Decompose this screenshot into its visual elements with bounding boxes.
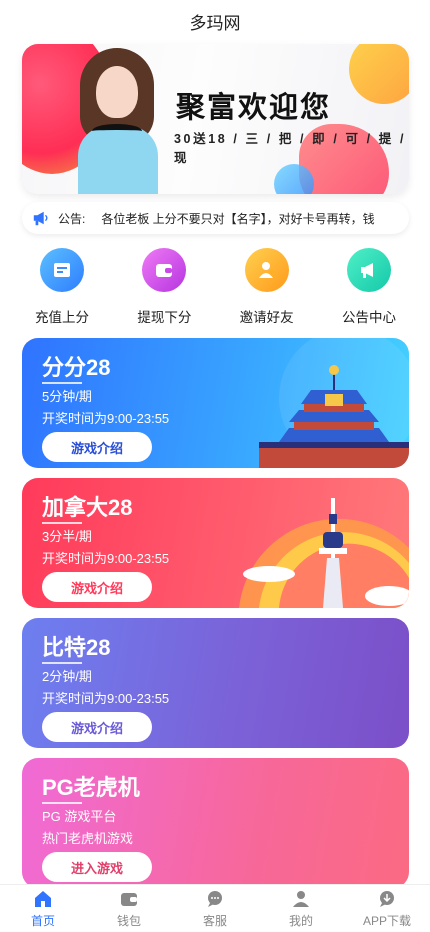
quick-action-announcement[interactable]: 公告中心 — [329, 248, 409, 328]
banner-title: 聚富欢迎您 — [176, 90, 332, 124]
enter-game-button[interactable]: 进入游戏 — [42, 852, 152, 882]
game-card-pg-slots[interactable]: PG老虎机 PG 游戏平台 热门老虎机游戏 进入游戏 — [22, 758, 409, 888]
download-icon — [380, 891, 394, 907]
game-intro-button[interactable]: 游戏介绍 — [42, 572, 152, 602]
game-card-canada28[interactable]: 加拿大28 3分半/期 开奖时间为9:00-23:55 游戏介绍 — [22, 478, 409, 608]
tab-label: APP下载 — [362, 914, 411, 928]
notice-bar[interactable]: 公告: 各位老板 上分不要只对【名字】，对好卡号再转，钱 — [22, 202, 409, 234]
tab-label: 首页 — [30, 914, 55, 928]
promo-banner[interactable]: 聚富欢迎您 30送18 / 三 / 把 / 即 / 可 / 提 / 现 — [22, 44, 409, 194]
megaphone-icon — [33, 211, 48, 226]
banner-subtitle: 30送18 / 三 / 把 / 即 / 可 / 提 / 现 — [174, 132, 407, 165]
game-period: 3分半/期 — [42, 529, 92, 544]
tab-app-download[interactable]: APP下载 — [344, 885, 430, 932]
quick-action-label: 公告中心 — [341, 310, 396, 325]
page-title: 多玛网 — [189, 13, 241, 33]
chat-icon — [208, 891, 222, 907]
quick-action-recharge[interactable]: 充值上分 — [22, 248, 102, 328]
game-card-bit28[interactable]: 比特28 2分钟/期 开奖时间为9:00-23:55 游戏介绍 — [22, 618, 409, 748]
game-period: 2分钟/期 — [42, 669, 92, 684]
game-platform: PG 游戏平台 — [42, 809, 117, 824]
game-name: 分分28 — [42, 355, 111, 380]
bottom-tab-bar: 首页 钱包 客服 我的 APP下载 — [0, 884, 430, 932]
tab-service[interactable]: 客服 — [172, 885, 258, 932]
tab-wallet[interactable]: 钱包 — [86, 885, 172, 932]
wallet-icon — [121, 893, 137, 906]
tab-label: 钱包 — [116, 914, 141, 928]
decor-shape — [349, 44, 409, 104]
quick-action-label: 邀请好友 — [239, 310, 294, 325]
cn-tower-illustration — [239, 498, 409, 608]
model-illustration — [62, 44, 172, 194]
game-hours: 开奖时间为9:00-23:55 — [42, 691, 170, 706]
tab-label: 我的 — [288, 914, 313, 928]
tab-home[interactable]: 首页 — [0, 885, 86, 932]
home-icon — [35, 891, 51, 907]
game-intro-button[interactable]: 游戏介绍 — [42, 432, 152, 462]
divider — [42, 662, 82, 664]
game-hours: 开奖时间为9:00-23:55 — [42, 551, 170, 566]
user-icon — [293, 891, 309, 907]
game-description: 热门老虎机游戏 — [42, 831, 134, 846]
quick-action-invite[interactable]: 邀请好友 — [227, 248, 307, 328]
game-card-fenfen28[interactable]: 分分28 5分钟/期 开奖时间为9:00-23:55 游戏介绍 — [22, 338, 409, 468]
quick-actions: 充值上分 提现下分 邀请好友 公告中心 — [22, 248, 409, 328]
game-hours: 开奖时间为9:00-23:55 — [42, 411, 170, 426]
game-intro-button[interactable]: 游戏介绍 — [42, 712, 152, 742]
megaphone-icon — [346, 248, 391, 292]
tab-label: 客服 — [202, 914, 227, 928]
tab-profile[interactable]: 我的 — [258, 885, 344, 932]
game-name: 加拿大28 — [42, 495, 133, 520]
divider — [42, 802, 82, 804]
invite-friend-icon — [244, 248, 289, 292]
recharge-icon — [40, 248, 84, 292]
wallet-icon — [142, 248, 187, 292]
app-header: 多玛网 — [0, 0, 430, 42]
notice-text: 各位老板 上分不要只对【名字】，对好卡号再转，钱 — [101, 211, 375, 226]
quick-action-label: 提现下分 — [137, 310, 192, 325]
notice-label: 公告: — [58, 211, 86, 226]
divider — [42, 522, 82, 524]
game-name: 比特28 — [42, 635, 111, 660]
temple-of-heaven-illustration — [259, 338, 409, 468]
game-period: 5分钟/期 — [42, 389, 92, 404]
game-name: PG老虎机 — [42, 775, 140, 800]
divider — [42, 382, 82, 384]
quick-action-label: 充值上分 — [35, 310, 89, 325]
quick-action-withdraw[interactable]: 提现下分 — [124, 248, 204, 328]
